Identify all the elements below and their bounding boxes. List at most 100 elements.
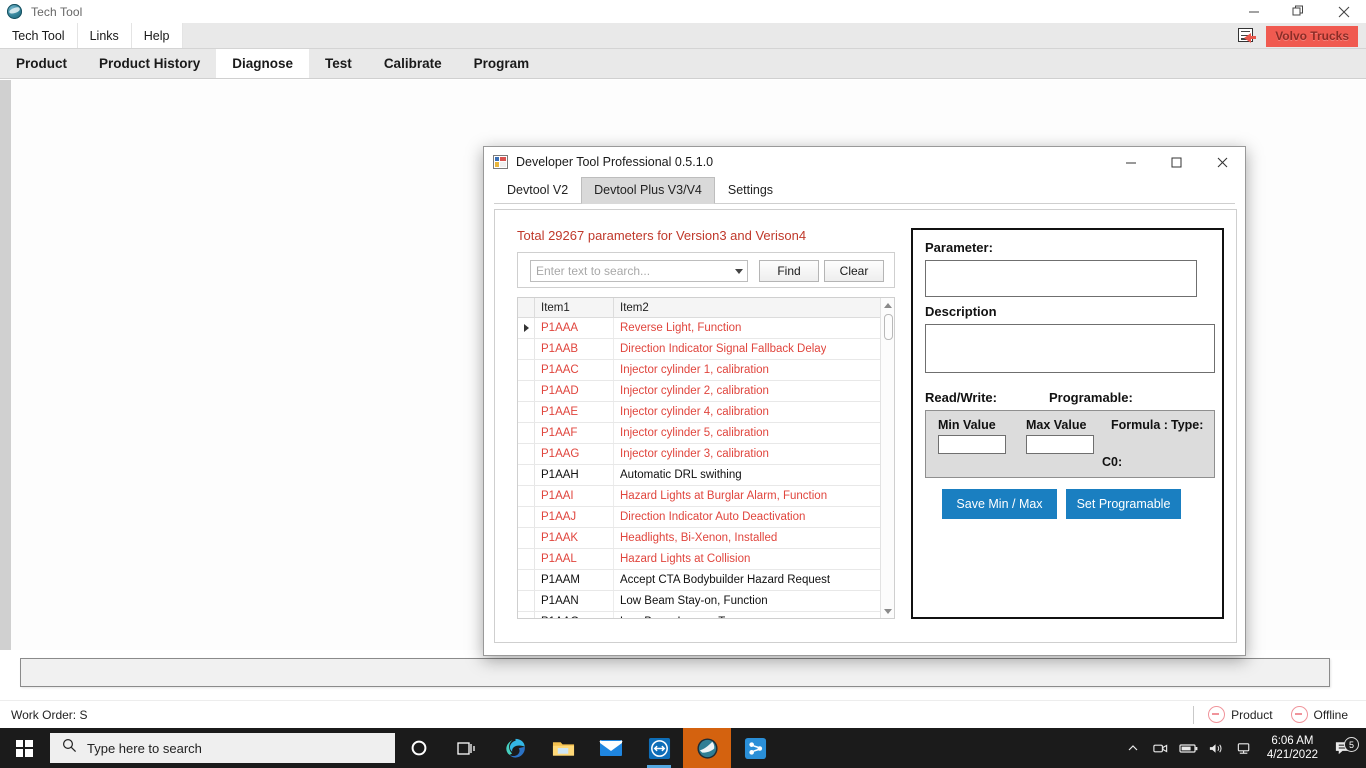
row-selector[interactable] (518, 465, 535, 485)
network-icon[interactable] (1231, 741, 1259, 756)
notifications-icon[interactable]: 5 (1326, 740, 1360, 756)
cell-item2-text: Direction Indicator Signal Fallback Dela… (620, 343, 826, 355)
parameter-field[interactable] (925, 260, 1197, 297)
status-badge-product[interactable]: Product (1208, 706, 1272, 723)
status-badge-product-label: Product (1231, 708, 1272, 722)
close-icon[interactable] (1199, 147, 1245, 177)
menu-item-tech-tool[interactable]: Tech Tool (0, 23, 78, 48)
description-field[interactable] (925, 324, 1215, 373)
scroll-down-arrow[interactable] (881, 604, 895, 618)
maximize-icon[interactable] (1153, 147, 1199, 177)
task-view-icon[interactable] (443, 728, 491, 768)
teamviewer-icon[interactable] (635, 728, 683, 768)
nav-item-product-history[interactable]: Product History (83, 49, 216, 78)
max-value-input[interactable] (1026, 435, 1094, 454)
row-selector[interactable] (518, 591, 535, 611)
status-badge-offline-label: Offline (1314, 708, 1348, 722)
table-row[interactable]: P1AAGInjector cylinder 3, calibration (518, 444, 894, 465)
tab-settings[interactable]: Settings (715, 177, 786, 204)
file-explorer-icon[interactable] (539, 728, 587, 768)
set-programable-button[interactable]: Set Programable (1066, 489, 1181, 519)
row-selector[interactable] (518, 612, 535, 619)
table-row[interactable]: P1AADInjector cylinder 2, calibration (518, 381, 894, 402)
cell-item1: P1AAF (535, 423, 614, 443)
table-row[interactable]: P1AAKHeadlights, Bi-Xenon, Installed (518, 528, 894, 549)
status-divider (1193, 706, 1194, 724)
chevron-down-icon[interactable] (731, 261, 747, 281)
camera-icon[interactable] (1147, 741, 1175, 756)
scrollbar-thumb[interactable] (884, 314, 893, 340)
save-min-max-button[interactable]: Save Min / Max (942, 489, 1057, 519)
row-selector[interactable] (518, 381, 535, 401)
row-selector[interactable] (518, 507, 535, 527)
table-row[interactable]: P1AAEInjector cylinder 4, calibration (518, 402, 894, 423)
search-input[interactable]: Type here to search (50, 733, 395, 763)
battery-icon[interactable] (1175, 742, 1203, 754)
search-input[interactable]: Enter text to search... (530, 260, 748, 282)
row-selector[interactable] (518, 549, 535, 569)
table-row[interactable]: P1AAIHazard Lights at Burglar Alarm, Fun… (518, 486, 894, 507)
share-app-icon[interactable] (731, 728, 779, 768)
parameters-grid[interactable]: Item1 Item2 P1AAAReverse Light, Function… (517, 297, 895, 619)
row-selector[interactable] (518, 318, 535, 338)
tech-tool-icon[interactable] (683, 728, 731, 768)
nav-item-test[interactable]: Test (309, 49, 368, 78)
nav-item-diagnose[interactable]: Diagnose (216, 49, 309, 78)
row-selector[interactable] (518, 570, 535, 590)
table-row[interactable]: P1AAJDirection Indicator Auto Deactivati… (518, 507, 894, 528)
table-row[interactable]: P1AACInjector cylinder 1, calibration (518, 360, 894, 381)
document-arrow-icon[interactable] (1238, 28, 1258, 45)
row-selector[interactable] (518, 528, 535, 548)
clock[interactable]: 6:06 AM 4/21/2022 (1259, 734, 1326, 762)
notification-count-badge: 5 (1344, 737, 1359, 752)
nav-item-program[interactable]: Program (458, 49, 546, 78)
row-selector[interactable] (518, 444, 535, 464)
app-menubar: Tech Tool Links Help Volvo Trucks (0, 23, 1366, 49)
close-icon[interactable] (1321, 0, 1366, 23)
row-selector[interactable] (518, 360, 535, 380)
cortana-icon[interactable] (395, 728, 443, 768)
cell-item2-text: Headlights, Bi-Xenon, Installed (620, 532, 777, 544)
menu-item-help[interactable]: Help (132, 23, 183, 48)
cell-item1: P1AAJ (535, 507, 614, 527)
app-window-icon (493, 155, 508, 169)
bottom-input-field[interactable] (20, 658, 1330, 687)
row-selector[interactable] (518, 339, 535, 359)
minimize-icon[interactable] (1107, 147, 1153, 177)
mail-icon[interactable] (587, 728, 635, 768)
volvo-trucks-brand-badge[interactable]: Volvo Trucks (1266, 26, 1358, 47)
minimize-icon[interactable] (1231, 0, 1276, 23)
tab-devtool-plus-v3-v4[interactable]: Devtool Plus V3/V4 (581, 177, 715, 204)
scroll-up-arrow[interactable] (881, 298, 894, 312)
table-row[interactable]: P1AALHazard Lights at Collision (518, 549, 894, 570)
tab-devtool-v2[interactable]: Devtool V2 (494, 177, 581, 204)
cell-item2-text: Injector cylinder 3, calibration (620, 448, 769, 460)
grid-scrollbar[interactable] (880, 298, 894, 618)
volume-icon[interactable] (1203, 741, 1231, 756)
app-window-controls (1231, 0, 1366, 23)
row-selector[interactable] (518, 486, 535, 506)
table-row[interactable]: P1AAMAccept CTA Bodybuilder Hazard Reque… (518, 570, 894, 591)
table-row[interactable]: P1AAHAutomatic DRL swithing (518, 465, 894, 486)
show-hidden-icons[interactable] (1119, 742, 1147, 754)
status-badge-offline[interactable]: Offline (1291, 706, 1348, 723)
max-value-label: Max Value (1026, 418, 1111, 432)
table-row[interactable]: P1AAOLow Beam Lamps, Type (518, 612, 894, 619)
table-row[interactable]: P1AABDirection Indicator Signal Fallback… (518, 339, 894, 360)
row-selector[interactable] (518, 423, 535, 443)
min-value-input[interactable] (938, 435, 1006, 454)
menu-item-links[interactable]: Links (78, 23, 132, 48)
table-row[interactable]: P1AANLow Beam Stay-on, Function (518, 591, 894, 612)
cell-item2: Hazard Lights at Burglar Alarm, Function (614, 486, 894, 506)
dialog-titlebar[interactable]: Developer Tool Professional 0.5.1.0 (484, 147, 1245, 177)
nav-item-product[interactable]: Product (0, 49, 83, 78)
table-row[interactable]: P1AAAReverse Light, Function (518, 318, 894, 339)
nav-item-calibrate[interactable]: Calibrate (368, 49, 458, 78)
row-selector[interactable] (518, 402, 535, 422)
restore-icon[interactable] (1276, 0, 1321, 23)
windows-logo-icon[interactable] (0, 728, 48, 768)
table-row[interactable]: P1AAFInjector cylinder 5, calibration (518, 423, 894, 444)
edge-browser-icon[interactable] (491, 728, 539, 768)
find-button[interactable]: Find (759, 260, 819, 282)
clear-button[interactable]: Clear (824, 260, 884, 282)
